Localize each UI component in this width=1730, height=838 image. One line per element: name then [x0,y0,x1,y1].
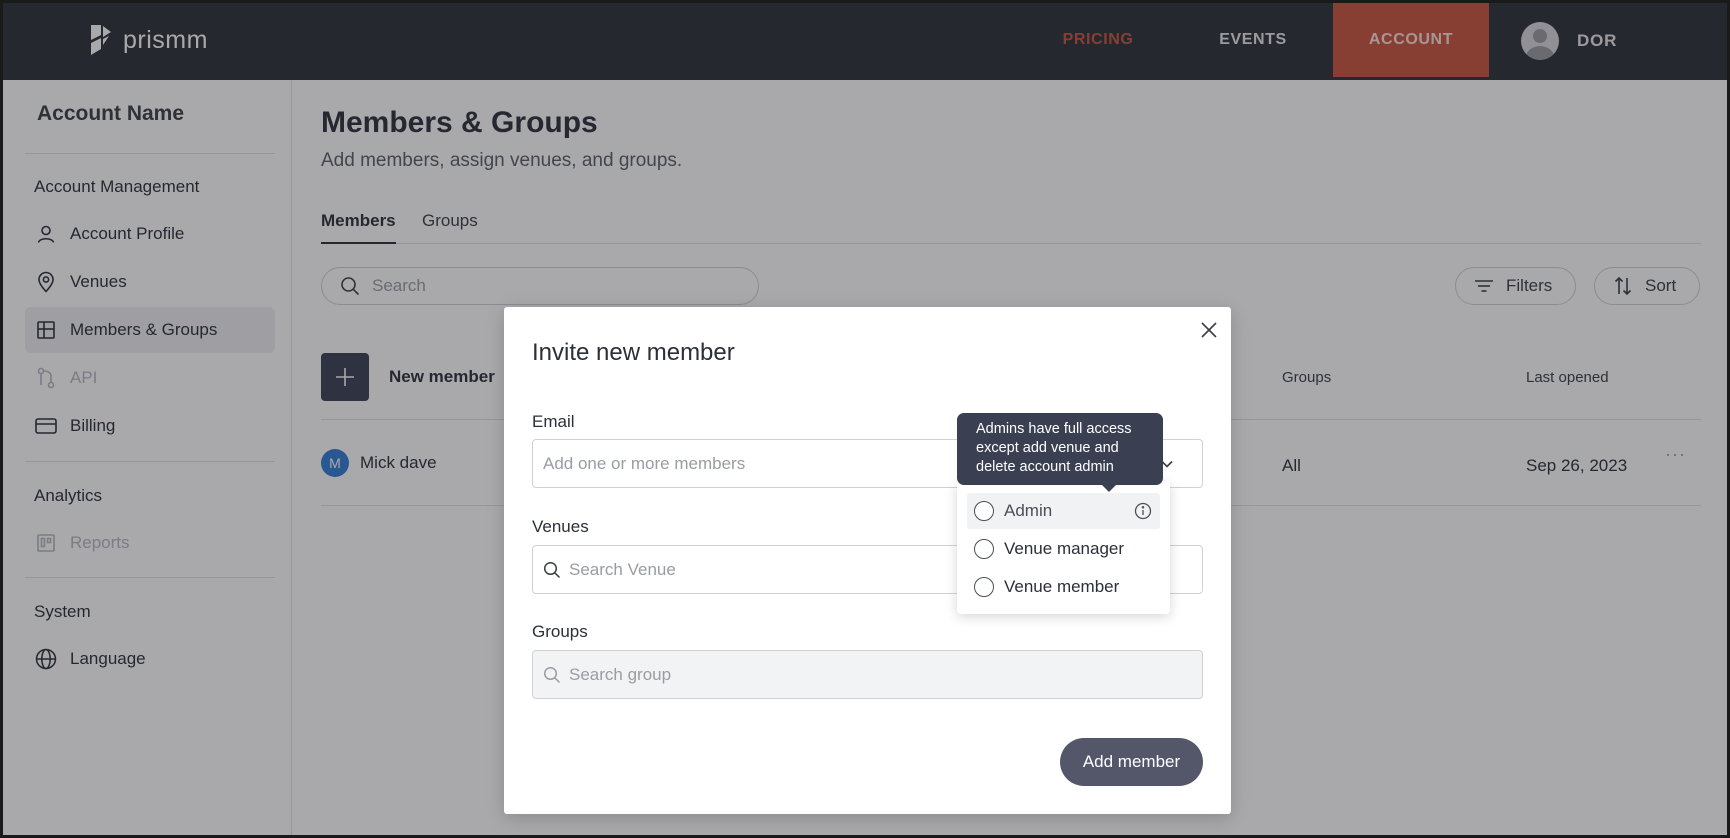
email-placeholder: Add one or more members [543,453,746,473]
role-option-venue-member[interactable]: Venue member [967,569,1160,605]
group-search-input[interactable]: Search group [532,650,1203,699]
radio-button[interactable] [974,539,994,559]
app-window: prismm PRICING EVENTS ACCOUNT DOR Accoun… [0,0,1730,838]
role-dropdown: Admin Venue manager Venue member [957,481,1170,614]
email-label: Email [532,412,575,431]
role-option-label: Venue member [1004,577,1120,596]
tooltip-arrow [1100,483,1118,492]
role-option-admin[interactable]: Admin [967,493,1160,529]
group-search-placeholder: Search group [569,664,672,684]
info-icon[interactable] [1134,502,1152,520]
close-button[interactable] [1198,319,1220,341]
groups-label: Groups [532,622,588,641]
dialog-title: Invite new member [532,339,735,366]
admin-info-tooltip: Admins have full access except add venue… [957,413,1163,485]
radio-button[interactable] [974,577,994,597]
add-member-submit-button[interactable]: Add member [1060,738,1203,786]
search-icon [543,666,561,684]
close-icon [1201,322,1217,338]
role-option-label: Admin [1004,501,1053,520]
role-option-venue-manager[interactable]: Venue manager [967,531,1160,567]
radio-button[interactable] [974,501,994,521]
venue-search-placeholder: Search Venue [569,559,676,579]
venues-label: Venues [532,517,589,536]
role-option-label: Venue manager [1004,539,1125,558]
search-icon [543,561,561,579]
